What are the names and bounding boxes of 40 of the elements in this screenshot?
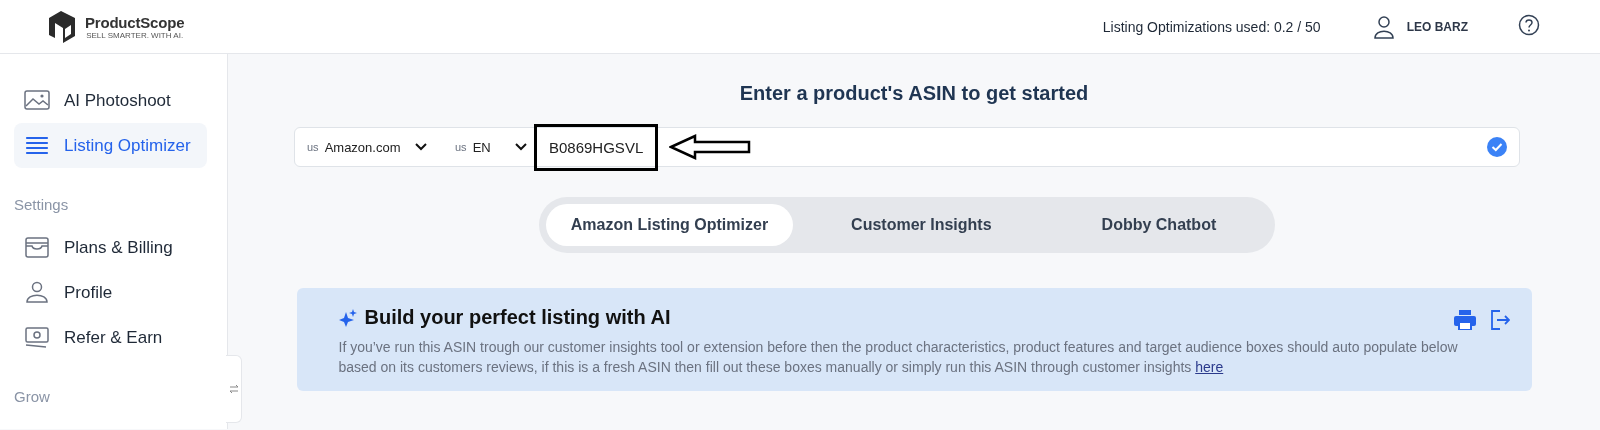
section-heading: Grow: [14, 388, 51, 405]
dropdown-value: Amazon.com: [324, 139, 401, 155]
sidebar-item[interactable]: Refer & Earn: [14, 315, 207, 360]
help-icon: [1518, 13, 1540, 36]
user-name[interactable]: LEO BARZ: [1406, 19, 1468, 34]
flag-code: us: [307, 141, 319, 153]
swap-icon: [228, 384, 239, 394]
printer-icon: [1453, 310, 1476, 330]
user-icon: [1372, 14, 1395, 39]
logo-tagline: SELL SMARTER. WITH AI.: [86, 30, 184, 40]
here-link[interactable]: here: [1195, 359, 1224, 375]
chevron-icon: [415, 143, 427, 151]
tab[interactable]: Amazon Listing Optimizer: [545, 204, 794, 246]
print-button[interactable]: [1453, 310, 1476, 330]
page-heading: Enter a product's ASIN to get started: [739, 82, 1089, 105]
chevron-icon: [515, 143, 527, 151]
sidebar-item[interactable]: AI Photoshoot: [14, 78, 207, 123]
logo-name: ProductScope: [85, 13, 185, 31]
language-dropdown[interactable]: us EN: [455, 139, 527, 155]
section-heading: Settings: [14, 196, 70, 213]
image-icon: [24, 89, 50, 112]
export-button[interactable]: [1489, 310, 1510, 330]
tab[interactable]: Customer Insights: [799, 204, 1044, 246]
sidebar-item[interactable]: Profile: [14, 270, 207, 315]
flag-code: us: [455, 141, 467, 153]
sidebar-item[interactable]: Listing Optimizer: [14, 123, 207, 168]
marketplace-dropdown[interactable]: us Amazon.com: [307, 139, 427, 155]
money-icon: [24, 326, 50, 349]
collapse-handle[interactable]: [226, 355, 242, 423]
usage-counter: Listing Optimizations used: 0.2 / 50: [1102, 18, 1321, 35]
person-icon: [24, 281, 50, 304]
sidebar-item[interactable]: Plans & Billing: [14, 225, 207, 270]
exit-icon: [1489, 310, 1510, 330]
sparkle-icon: [338, 308, 357, 327]
tab[interactable]: Dobby Chatbot: [1049, 204, 1269, 246]
list-icon: [24, 134, 50, 157]
dropdown-value: EN: [472, 139, 491, 155]
banner-title: Build your perfect listing with AI: [364, 306, 671, 329]
banner-text: If you’ve run this ASIN trough our customer insights tool or extension before then the product characteristics, product features and target audience boxes should auto populate below based on its customers reviews, if this is a fresh ASIN then fill out these boxes manually or simply run this ASIN through customer insights here: [338, 338, 1459, 377]
asin-field[interactable]: B0869HGSVL: [537, 126, 656, 168]
